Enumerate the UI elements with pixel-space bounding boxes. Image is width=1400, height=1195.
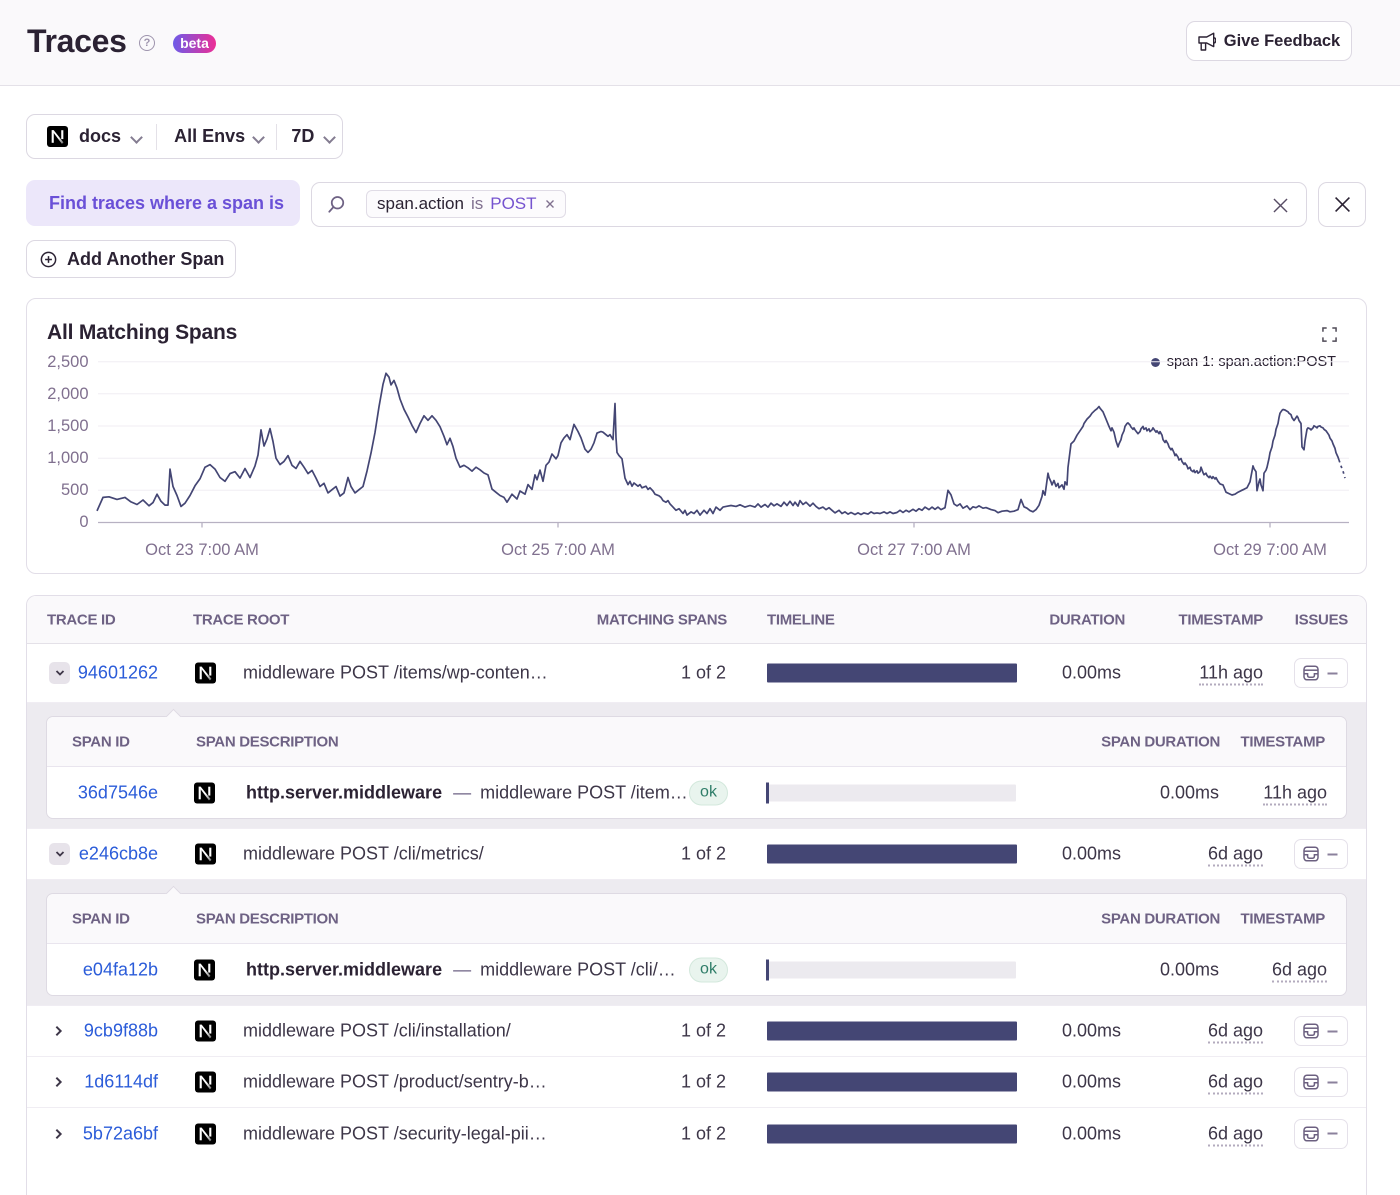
svg-text:Oct 29 7:00 AM: Oct 29 7:00 AM (1213, 541, 1327, 559)
svg-text:Oct 25 7:00 AM: Oct 25 7:00 AM (501, 541, 615, 559)
svg-text:2,500: 2,500 (47, 353, 88, 371)
svg-text:2,000: 2,000 (47, 385, 88, 403)
svg-text:0: 0 (79, 513, 88, 531)
svg-text:1,500: 1,500 (47, 417, 88, 435)
svg-text:Oct 23 7:00 AM: Oct 23 7:00 AM (145, 541, 259, 559)
svg-text:500: 500 (61, 481, 89, 499)
svg-text:1,000: 1,000 (47, 449, 88, 467)
svg-text:Oct 27 7:00 AM: Oct 27 7:00 AM (857, 541, 971, 559)
